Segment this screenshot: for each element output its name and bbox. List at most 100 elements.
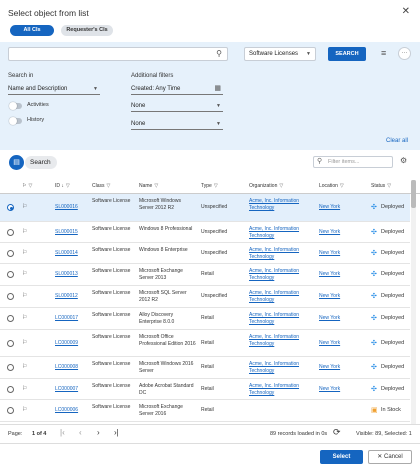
row-location-link[interactable]: New York: [319, 229, 367, 236]
row-location-link[interactable]: New York: [319, 250, 367, 257]
activities-toggle[interactable]: [9, 102, 22, 110]
row-id-link[interactable]: LC000006: [55, 407, 89, 414]
table-row[interactable]: ⚐ LC000008 Software License Microsoft Windo…: [0, 357, 410, 379]
row-radio[interactable]: [7, 364, 14, 371]
filter-icon[interactable]: ▽: [154, 183, 158, 189]
table-row[interactable]: ⚐ SL000014 Software License Windows 8 Enter…: [0, 243, 410, 264]
row-location-link[interactable]: New York: [319, 364, 367, 371]
prev-page-icon[interactable]: ‹: [79, 428, 82, 437]
filter-select-2[interactable]: None ▼: [131, 101, 223, 112]
row-id-link[interactable]: SL000014: [55, 250, 89, 257]
row-radio[interactable]: [7, 271, 14, 278]
row-location-link[interactable]: New York: [319, 340, 367, 347]
tab-requesters-cis[interactable]: Requester's CIs: [61, 25, 113, 36]
row-organization-link[interactable]: Acme, Inc. Information Technology: [249, 312, 315, 326]
next-page-icon[interactable]: ›: [97, 428, 100, 437]
tab-all-cis[interactable]: All CIs: [10, 25, 54, 36]
flag-icon[interactable]: ⚐: [22, 270, 27, 277]
vertical-scrollbar[interactable]: [411, 180, 416, 425]
row-location-link[interactable]: New York: [319, 204, 367, 211]
row-id-link[interactable]: LC000007: [55, 386, 89, 393]
column-header-type[interactable]: Type ▽: [201, 183, 218, 189]
flag-icon[interactable]: ⚐: [22, 363, 27, 370]
row-radio[interactable]: [7, 386, 14, 393]
filter-icon[interactable]: ▽: [107, 183, 111, 189]
flag-icon[interactable]: ⚐: [22, 292, 27, 299]
flag-column-header[interactable]: ⚐ ▽: [22, 183, 32, 189]
last-page-icon[interactable]: ›|: [114, 428, 119, 437]
row-location-link[interactable]: New York: [319, 271, 367, 278]
table-row[interactable]: ⚐ SL000012 Software License Microsoft SQL S…: [0, 286, 410, 308]
row-id-link[interactable]: SL000012: [55, 293, 89, 300]
column-header-organization[interactable]: Organization ▽: [249, 183, 283, 189]
row-radio[interactable]: [7, 204, 14, 211]
filter-icon[interactable]: ▽: [387, 183, 391, 189]
column-header-status[interactable]: Status ▽: [371, 183, 391, 189]
row-organization-link[interactable]: Acme, Inc. Information Technology: [249, 361, 315, 375]
column-header-class[interactable]: Class ▽: [92, 183, 110, 189]
table-row[interactable]: ⚐ SL000013 Software License Microsoft Excha…: [0, 264, 410, 286]
adjust-filters-icon[interactable]: ≡: [381, 48, 386, 58]
close-icon[interactable]: ✕: [402, 6, 410, 17]
row-organization-link[interactable]: Acme, Inc. Information Technology: [249, 268, 315, 282]
row-id-link[interactable]: SL000016: [55, 204, 89, 211]
column-header-name[interactable]: Name ▽: [139, 183, 158, 189]
table-row[interactable]: ⚐ LC000006 Software License Microsoft Excha…: [0, 400, 410, 422]
row-organization-link[interactable]: Acme, Inc. Information Technology: [249, 383, 315, 397]
row-radio[interactable]: [7, 229, 14, 236]
flag-icon[interactable]: ⚐: [22, 406, 27, 413]
refresh-icon[interactable]: ⟳: [333, 427, 341, 438]
filter-icon[interactable]: ▽: [279, 183, 283, 189]
table-row[interactable]: ⚐ LC000009 Software License Microsoft Offic…: [0, 330, 410, 357]
created-filter-select[interactable]: Created: Any Time ▦: [131, 84, 223, 95]
more-options-button[interactable]: ···: [398, 47, 411, 60]
row-organization-link[interactable]: Acme, Inc. Information Technology: [249, 198, 315, 212]
filter-icon[interactable]: ▽: [340, 183, 344, 189]
scope-select[interactable]: Software Licenses ▼: [244, 47, 316, 61]
row-organization-link[interactable]: Acme, Inc. Information Technology: [249, 226, 315, 240]
grid-filter-input[interactable]: ⚲ Filter items...: [313, 156, 393, 168]
row-id-link[interactable]: LC000017: [55, 315, 89, 322]
column-header-location[interactable]: Location ▽: [319, 183, 344, 189]
filter-select-3[interactable]: None ▼: [131, 119, 223, 130]
column-header-id[interactable]: ID ↓ ▽: [55, 183, 70, 189]
flag-icon[interactable]: ⚐: [22, 339, 27, 346]
table-row[interactable]: ⚐ LC000007 Software License Adobe Acrobat S…: [0, 379, 410, 400]
table-row[interactable]: ⚐ LC000017 Software License Alloy Discovery…: [0, 308, 410, 330]
table-row[interactable]: ⚐ SL000015 Software License Windows 8 Profe…: [0, 222, 410, 243]
row-id-link[interactable]: LC000008: [55, 364, 89, 371]
row-radio[interactable]: [7, 315, 14, 322]
row-radio[interactable]: [7, 250, 14, 257]
row-location-link[interactable]: New York: [319, 386, 367, 393]
clear-all-link[interactable]: Clear all: [386, 138, 408, 144]
select-button[interactable]: Select: [320, 450, 363, 464]
filter-icon[interactable]: ▽: [28, 183, 32, 189]
row-organization-link[interactable]: Acme, Inc. Information Technology: [249, 334, 315, 348]
row-organization-link[interactable]: Acme, Inc. Information Technology: [249, 290, 315, 304]
first-page-icon[interactable]: |‹: [60, 428, 65, 437]
row-id-link[interactable]: SL000013: [55, 271, 89, 278]
filter-icon[interactable]: ▽: [66, 183, 70, 189]
row-id-link[interactable]: LC000009: [55, 340, 89, 347]
history-toggle[interactable]: [9, 117, 22, 125]
cancel-button[interactable]: ✕ Cancel: [368, 450, 412, 464]
search-in-select[interactable]: Name and Description ▼: [8, 84, 100, 95]
flag-icon[interactable]: ⚐: [22, 203, 27, 210]
row-location-link[interactable]: New York: [319, 293, 367, 300]
row-radio[interactable]: [7, 340, 14, 347]
row-radio[interactable]: [7, 293, 14, 300]
flag-icon[interactable]: ⚐: [22, 228, 27, 235]
row-organization-link[interactable]: Acme, Inc. Information Technology: [249, 247, 315, 261]
row-location-link[interactable]: New York: [319, 315, 367, 322]
row-radio[interactable]: [7, 407, 14, 414]
table-row[interactable]: ⚐ SL000016 Software License Microsoft Windo…: [0, 194, 410, 222]
gear-icon[interactable]: ⚙: [400, 156, 407, 165]
flag-icon[interactable]: ⚐: [22, 249, 27, 256]
filter-icon[interactable]: ▽: [214, 183, 218, 189]
row-id-link[interactable]: SL000015: [55, 229, 89, 236]
flag-icon[interactable]: ⚐: [22, 385, 27, 392]
search-input[interactable]: ⚲: [8, 47, 228, 61]
flag-icon[interactable]: ⚐: [22, 314, 27, 321]
scrollbar-thumb[interactable]: [411, 180, 416, 208]
search-button[interactable]: SEARCH: [328, 47, 366, 61]
